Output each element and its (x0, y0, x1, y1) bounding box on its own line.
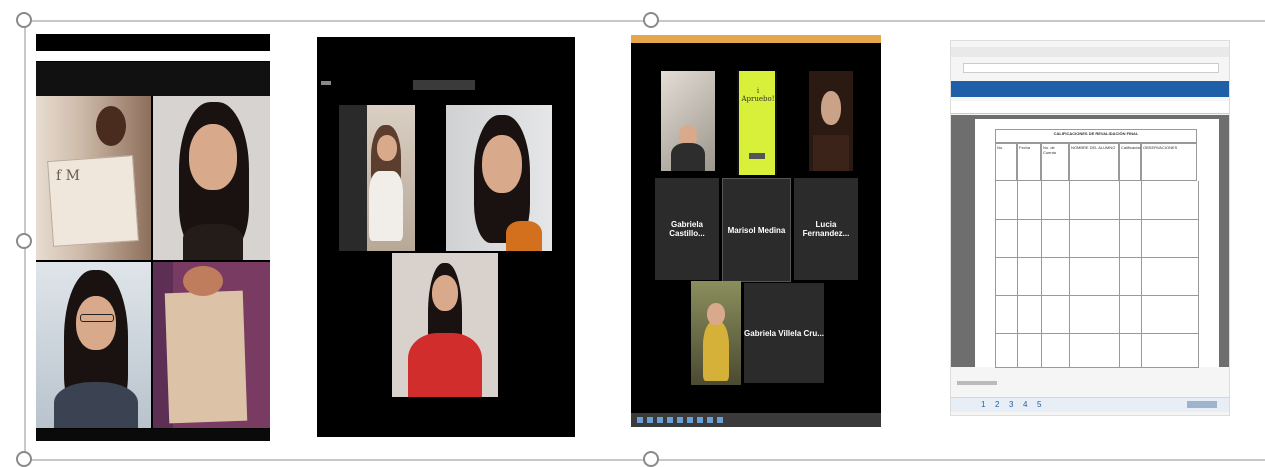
video-call-grid-panel: f M (36, 34, 270, 441)
page-link[interactable]: 3 (1009, 400, 1013, 409)
participant-name: Lucia Fernandez... (802, 220, 850, 238)
resize-handle-top-left[interactable] (16, 12, 32, 28)
window-toolbar (36, 62, 270, 96)
participant-video-tile[interactable] (36, 262, 151, 428)
participant-video-tile[interactable] (153, 262, 270, 428)
video-call-gallery-panel (317, 37, 575, 437)
table-header: No. (995, 143, 1017, 181)
paper-sign (164, 290, 248, 424)
page-link[interactable]: 4 (1023, 400, 1027, 409)
participant-video-tile[interactable] (446, 105, 552, 251)
window-caption (413, 80, 475, 90)
table-column-dividers (995, 181, 1197, 367)
participant-video-tile[interactable] (153, 96, 270, 260)
browser-tab-bar (951, 47, 1229, 57)
pagination-bar: 1 2 3 4 5 (951, 397, 1229, 412)
participant-name: Marisol Medina (727, 225, 786, 235)
taskbar-icons (637, 417, 727, 423)
page-link[interactable]: 2 (995, 400, 999, 409)
participant-video-tile[interactable] (661, 71, 715, 171)
back-arrow-icon[interactable] (321, 81, 331, 85)
table-header: Fecha (1017, 143, 1041, 181)
table-header: Calificación (1119, 143, 1141, 181)
video-call-mixed-panel: i Apruebo! Gabriela Castillo... Marisol … (631, 35, 881, 427)
participant-name: Gabriela Castillo... (669, 220, 705, 238)
resize-handle-top-middle[interactable] (643, 12, 659, 28)
table-header: No. de Cuenta (1041, 143, 1069, 181)
document-page: CALIFICACIONES DE REVALIDACIÓN FINAL No.… (975, 119, 1219, 368)
participant-video-tile[interactable] (691, 281, 741, 385)
sign-text: i Apruebo! (741, 87, 775, 103)
table-header: NOMBRE DEL ALUMNO (1069, 143, 1119, 181)
participant-name-tile[interactable]: Lucia Fernandez... (794, 178, 858, 280)
participant-video-tile[interactable]: f M (36, 96, 151, 260)
doc-title: CALIFICACIONES DE REVALIDACIÓN FINAL (995, 129, 1197, 143)
document-viewer-window: CALIFICACIONES DE REVALIDACIÓN FINAL No.… (950, 40, 1230, 416)
app-header (951, 81, 1229, 97)
page-link[interactable]: 1 (981, 400, 985, 409)
participant-name-tile[interactable]: Gabriela Castillo... (655, 178, 719, 280)
window-top-bar (36, 51, 270, 61)
table-header: OBSERVACIONES (1141, 143, 1197, 181)
window-title-bar (631, 35, 881, 43)
participant-name-tile[interactable]: Gabriela Villela Cru... (744, 283, 824, 383)
bottom-control-bar (36, 429, 270, 441)
address-bar[interactable] (963, 63, 1219, 73)
page-link[interactable]: 5 (1037, 400, 1041, 409)
status-line (957, 381, 997, 385)
participant-name-tile[interactable]: Marisol Medina (722, 178, 791, 282)
zoom-controls-icon[interactable] (1187, 401, 1217, 408)
resize-handle-bottom-middle[interactable] (643, 451, 659, 467)
participant-video-tile[interactable] (392, 253, 498, 397)
resize-handle-bottom-left[interactable] (16, 451, 32, 467)
participant-video-tile[interactable] (809, 71, 853, 171)
resize-handle-middle-left[interactable] (16, 233, 32, 249)
participant-video-tile[interactable] (339, 105, 415, 251)
participant-name: Gabriela Villela Cru... (744, 328, 824, 338)
participant-video-tile[interactable]: i Apruebo! (737, 71, 777, 175)
viewer-toolbar (951, 101, 1229, 114)
